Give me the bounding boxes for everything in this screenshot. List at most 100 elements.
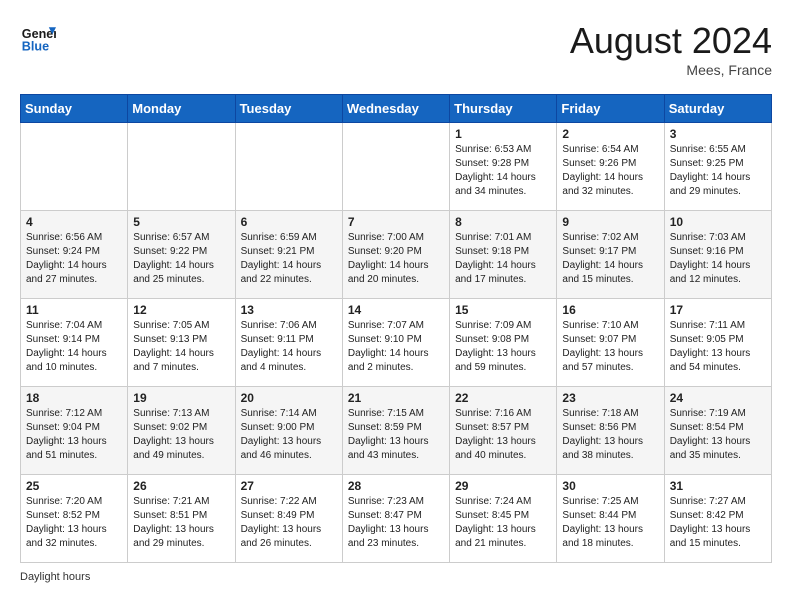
day-info: Sunrise: 7:02 AM Sunset: 9:17 PM Dayligh… xyxy=(562,231,658,287)
calendar-cell: 31 Sunrise: 7:27 AM Sunset: 8:42 PM Dayli… xyxy=(664,475,771,563)
calendar-cell: 9 Sunrise: 7:02 AM Sunset: 9:17 PM Daylig… xyxy=(557,211,664,299)
day-number: 22 xyxy=(455,391,551,405)
calendar-cell: 13 Sunrise: 7:06 AM Sunset: 9:11 PM Dayli… xyxy=(235,299,342,387)
day-number: 21 xyxy=(348,391,444,405)
day-info: Sunrise: 7:13 AM Sunset: 9:02 PM Dayligh… xyxy=(133,407,229,463)
day-info: Sunrise: 7:22 AM Sunset: 8:49 PM Dayligh… xyxy=(241,495,337,551)
calendar-cell: 30Sunrise: 7:25 AM Sunset: 8:44 PM Dayli… xyxy=(557,475,664,563)
day-info: Sunrise: 7:20 AM Sunset: 8:52 PM Dayligh… xyxy=(26,495,122,551)
day-info: Sunrise: 7:15 AM Sunset: 8:59 PM Dayligh… xyxy=(348,407,444,463)
day-number: 23 xyxy=(562,391,658,405)
day-number: 28 xyxy=(348,479,444,493)
day-number: 6 xyxy=(241,215,337,229)
calendar-cell: 21 Sunrise: 7:15 AM Sunset: 8:59 PM Dayli… xyxy=(342,387,449,475)
day-info: Sunrise: 7:27 AM Sunset: 8:42 PM Dayligh… xyxy=(670,495,766,551)
calendar-cell: 18 Sunrise: 7:12 AM Sunset: 9:04 PM Dayli… xyxy=(21,387,128,475)
calendar-cell: 17 Sunrise: 7:11 AM Sunset: 9:05 PM Dayli… xyxy=(664,299,771,387)
day-number: 8 xyxy=(455,215,551,229)
calendar-cell: 14Sunrise: 7:07 AM Sunset: 9:10 PM Dayli… xyxy=(342,299,449,387)
day-number: 10 xyxy=(670,215,766,229)
day-number: 27 xyxy=(241,479,337,493)
days-header-row: SundayMondayTuesdayWednesdayThursdayFrid… xyxy=(21,95,772,123)
logo-icon: General Blue xyxy=(20,20,56,56)
day-info: Sunrise: 6:54 AM Sunset: 9:26 PM Dayligh… xyxy=(562,143,658,199)
calendar-cell: 10Sunrise: 7:03 AM Sunset: 9:16 PM Dayli… xyxy=(664,211,771,299)
day-info: Sunrise: 7:23 AM Sunset: 8:47 PM Dayligh… xyxy=(348,495,444,551)
day-number: 12 xyxy=(133,303,229,317)
calendar-cell: 27 Sunrise: 7:22 AM Sunset: 8:49 PM Dayli… xyxy=(235,475,342,563)
day-info: Sunrise: 7:00 AM Sunset: 9:20 PM Dayligh… xyxy=(348,231,444,287)
day-number: 3 xyxy=(670,127,766,141)
day-number: 2 xyxy=(562,127,658,141)
calendar-cell: 26 Sunrise: 7:21 AM Sunset: 8:51 PM Dayli… xyxy=(128,475,235,563)
day-info: Sunrise: 7:10 AM Sunset: 9:07 PM Dayligh… xyxy=(562,319,658,375)
week-row-3: 11 Sunrise: 7:04 AM Sunset: 9:14 PM Dayli… xyxy=(21,299,772,387)
day-info: Sunrise: 7:12 AM Sunset: 9:04 PM Dayligh… xyxy=(26,407,122,463)
day-info: Sunrise: 7:21 AM Sunset: 8:51 PM Dayligh… xyxy=(133,495,229,551)
calendar-cell: 16Sunrise: 7:10 AM Sunset: 9:07 PM Dayli… xyxy=(557,299,664,387)
week-row-1: 1 Sunrise: 6:53 AM Sunset: 9:28 PM Daylig… xyxy=(21,123,772,211)
day-number: 13 xyxy=(241,303,337,317)
day-header-saturday: Saturday xyxy=(664,95,771,123)
day-number: 30 xyxy=(562,479,658,493)
day-number: 25 xyxy=(26,479,122,493)
day-header-sunday: Sunday xyxy=(21,95,128,123)
day-info: Sunrise: 6:56 AM Sunset: 9:24 PM Dayligh… xyxy=(26,231,122,287)
day-number: 9 xyxy=(562,215,658,229)
calendar-cell: 29Sunrise: 7:24 AM Sunset: 8:45 PM Dayli… xyxy=(450,475,557,563)
calendar-cell: 2 Sunrise: 6:54 AM Sunset: 9:26 PM Daylig… xyxy=(557,123,664,211)
day-header-wednesday: Wednesday xyxy=(342,95,449,123)
logo: General Blue xyxy=(20,20,56,56)
daylight-hours-label: Daylight hours xyxy=(20,571,90,583)
day-number: 1 xyxy=(455,127,551,141)
day-header-friday: Friday xyxy=(557,95,664,123)
day-info: Sunrise: 6:53 AM Sunset: 9:28 PM Dayligh… xyxy=(455,143,551,199)
calendar-cell: 25 Sunrise: 7:20 AM Sunset: 8:52 PM Dayli… xyxy=(21,475,128,563)
day-number: 11 xyxy=(26,303,122,317)
day-info: Sunrise: 7:24 AM Sunset: 8:45 PM Dayligh… xyxy=(455,495,551,551)
week-row-2: 4Sunrise: 6:56 AM Sunset: 9:24 PM Daylig… xyxy=(21,211,772,299)
calendar-cell: 19 Sunrise: 7:13 AM Sunset: 9:02 PM Dayli… xyxy=(128,387,235,475)
day-number: 19 xyxy=(133,391,229,405)
calendar-table: SundayMondayTuesdayWednesdayThursdayFrid… xyxy=(20,94,772,563)
day-number: 24 xyxy=(670,391,766,405)
day-info: Sunrise: 7:11 AM Sunset: 9:05 PM Dayligh… xyxy=(670,319,766,375)
day-info: Sunrise: 7:18 AM Sunset: 8:56 PM Dayligh… xyxy=(562,407,658,463)
week-row-5: 25 Sunrise: 7:20 AM Sunset: 8:52 PM Dayli… xyxy=(21,475,772,563)
calendar-subtitle: Mees, France xyxy=(570,62,772,78)
calendar-cell: 11 Sunrise: 7:04 AM Sunset: 9:14 PM Dayli… xyxy=(21,299,128,387)
calendar-cell: 12Sunrise: 7:05 AM Sunset: 9:13 PM Dayli… xyxy=(128,299,235,387)
calendar-cell: 24 Sunrise: 7:19 AM Sunset: 8:54 PM Dayli… xyxy=(664,387,771,475)
calendar-cell: 8 Sunrise: 7:01 AM Sunset: 9:18 PM Daylig… xyxy=(450,211,557,299)
day-number: 5 xyxy=(133,215,229,229)
day-number: 26 xyxy=(133,479,229,493)
day-info: Sunrise: 7:04 AM Sunset: 9:14 PM Dayligh… xyxy=(26,319,122,375)
day-info: Sunrise: 7:01 AM Sunset: 9:18 PM Dayligh… xyxy=(455,231,551,287)
calendar-cell: 6Sunrise: 6:59 AM Sunset: 9:21 PM Daylig… xyxy=(235,211,342,299)
day-header-tuesday: Tuesday xyxy=(235,95,342,123)
day-info: Sunrise: 6:57 AM Sunset: 9:22 PM Dayligh… xyxy=(133,231,229,287)
day-number: 18 xyxy=(26,391,122,405)
day-number: 31 xyxy=(670,479,766,493)
calendar-cell: 1 Sunrise: 6:53 AM Sunset: 9:28 PM Daylig… xyxy=(450,123,557,211)
calendar-cell: 7 Sunrise: 7:00 AM Sunset: 9:20 PM Daylig… xyxy=(342,211,449,299)
title-block: August 2024 Mees, France xyxy=(570,20,772,78)
day-header-monday: Monday xyxy=(128,95,235,123)
day-number: 20 xyxy=(241,391,337,405)
day-number: 7 xyxy=(348,215,444,229)
day-info: Sunrise: 7:09 AM Sunset: 9:08 PM Dayligh… xyxy=(455,319,551,375)
day-number: 15 xyxy=(455,303,551,317)
svg-text:Blue: Blue xyxy=(22,40,49,54)
calendar-cell: 3 Sunrise: 6:55 AM Sunset: 9:25 PM Daylig… xyxy=(664,123,771,211)
day-info: Sunrise: 6:55 AM Sunset: 9:25 PM Dayligh… xyxy=(670,143,766,199)
day-number: 14 xyxy=(348,303,444,317)
day-info: Sunrise: 7:06 AM Sunset: 9:11 PM Dayligh… xyxy=(241,319,337,375)
day-info: Sunrise: 7:16 AM Sunset: 8:57 PM Dayligh… xyxy=(455,407,551,463)
calendar-cell xyxy=(128,123,235,211)
day-header-thursday: Thursday xyxy=(450,95,557,123)
day-info: Sunrise: 7:19 AM Sunset: 8:54 PM Dayligh… xyxy=(670,407,766,463)
day-info: Sunrise: 7:14 AM Sunset: 9:00 PM Dayligh… xyxy=(241,407,337,463)
day-number: 17 xyxy=(670,303,766,317)
calendar-title: August 2024 xyxy=(570,20,772,62)
calendar-cell: 23 Sunrise: 7:18 AM Sunset: 8:56 PM Dayli… xyxy=(557,387,664,475)
